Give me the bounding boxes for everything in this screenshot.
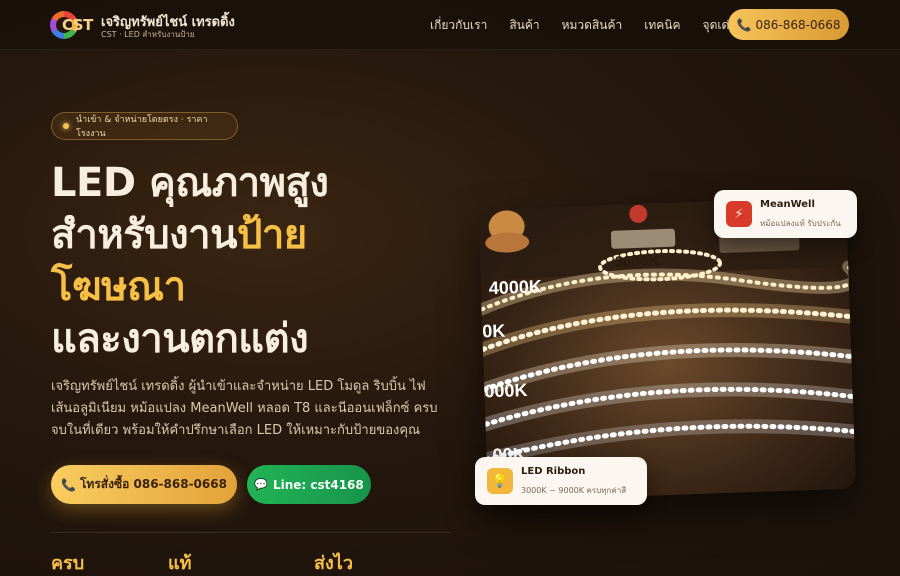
- stat-complete: ครบ: [51, 553, 85, 574]
- call-order-label: โทรสั่งซื้อ 086-868-0668: [79, 477, 227, 491]
- nav-techniques[interactable]: เทคนิค: [644, 16, 680, 35]
- call-order-button[interactable]: 📞 โทรสั่งซื้อ 086-868-0668: [51, 465, 237, 504]
- label-4000k: 4000K: [488, 276, 542, 298]
- header-phone-number: 086-868-0668: [755, 17, 841, 32]
- led-ribbon-card-subtitle: 3000K ~ 9000K ครบทุกค่าสี: [521, 486, 627, 495]
- headline-line-2a: สำหรับงาน: [51, 212, 237, 258]
- led-ribbon-card-title: LED Ribbon: [521, 466, 586, 477]
- meanwell-card-subtitle: หม้อแปลงแท้ รับประกัน: [760, 219, 841, 228]
- header-call-button[interactable]: 📞 086-868-0668: [728, 9, 849, 40]
- hero-divider: [51, 532, 451, 533]
- chat-bubble-icon: 💬: [254, 478, 268, 491]
- led-strip-illustration: 4000K 3000K 0K 000K 00K: [478, 196, 856, 502]
- lightning-bolt-icon: ⚡: [726, 201, 752, 227]
- badge-dot-icon: [63, 123, 69, 129]
- stat-genuine: แท้: [168, 553, 192, 574]
- hero-description: เจริญทรัพย์ไชน์ เทรดดิ้ง ผู้นำเข้าและจำห…: [51, 379, 438, 438]
- stat-fast-shipping: ส่งไว: [314, 553, 353, 574]
- phone-icon: 📞: [61, 477, 76, 492]
- label-partial-000k: 000K: [484, 380, 528, 401]
- led-ribbon-card[interactable]: 💡 LED Ribbon 3000K ~ 9000K ครบทุกค่าสี: [475, 457, 647, 505]
- top-nav-bar: CST เจริญทรัพย์ไชน์ เทรดดิ้ง CST · LED ส…: [0, 0, 900, 50]
- hero-headline: LED คุณภาพสูง สำหรับงานป้าย โฆษณา และงาน…: [51, 157, 451, 365]
- headline-line-4: และงานตกแต่ง: [51, 316, 309, 362]
- logo-text: CST: [62, 16, 93, 34]
- nav-about[interactable]: เกี่ยวกับเรา: [430, 16, 487, 35]
- logo[interactable]: CST: [50, 10, 93, 40]
- headline-line-3: โฆษณา: [51, 264, 186, 310]
- led-strip-photo: 4000K 3000K 0K 000K 00K: [478, 196, 856, 502]
- meanwell-card[interactable]: ⚡ MeanWell หม้อแปลงแท้ รับประกัน: [714, 190, 857, 238]
- headline-line-2b: ป้าย: [236, 212, 307, 258]
- label-3000k: 3000K: [615, 252, 660, 271]
- lightbulb-icon: 💡: [487, 468, 513, 494]
- nav-categories[interactable]: หมวดสินค้า: [562, 16, 623, 35]
- import-badge: นำเข้า & จำหน่ายโดยตรง · ราคาโรงงาน: [51, 112, 238, 140]
- headline-line-1: LED คุณภาพสูง: [51, 160, 329, 206]
- phone-icon: 📞: [736, 17, 752, 32]
- badge-label: นำเข้า & จำหน่ายโดยตรง · ราคาโรงงาน: [76, 115, 208, 139]
- label-partial-0k: 0K: [482, 321, 506, 342]
- nav-products[interactable]: สินค้า: [509, 16, 539, 35]
- main-nav: เกี่ยวกับเรา สินค้า หมวดสินค้า เทคนิค จุ…: [430, 16, 737, 35]
- brand-tagline: CST · LED สำหรับงานป้าย: [101, 30, 195, 39]
- meanwell-card-title: MeanWell: [760, 199, 815, 210]
- line-contact-label: Line: cst4168: [272, 477, 364, 492]
- line-contact-button[interactable]: 💬 Line: cst4168: [247, 465, 371, 504]
